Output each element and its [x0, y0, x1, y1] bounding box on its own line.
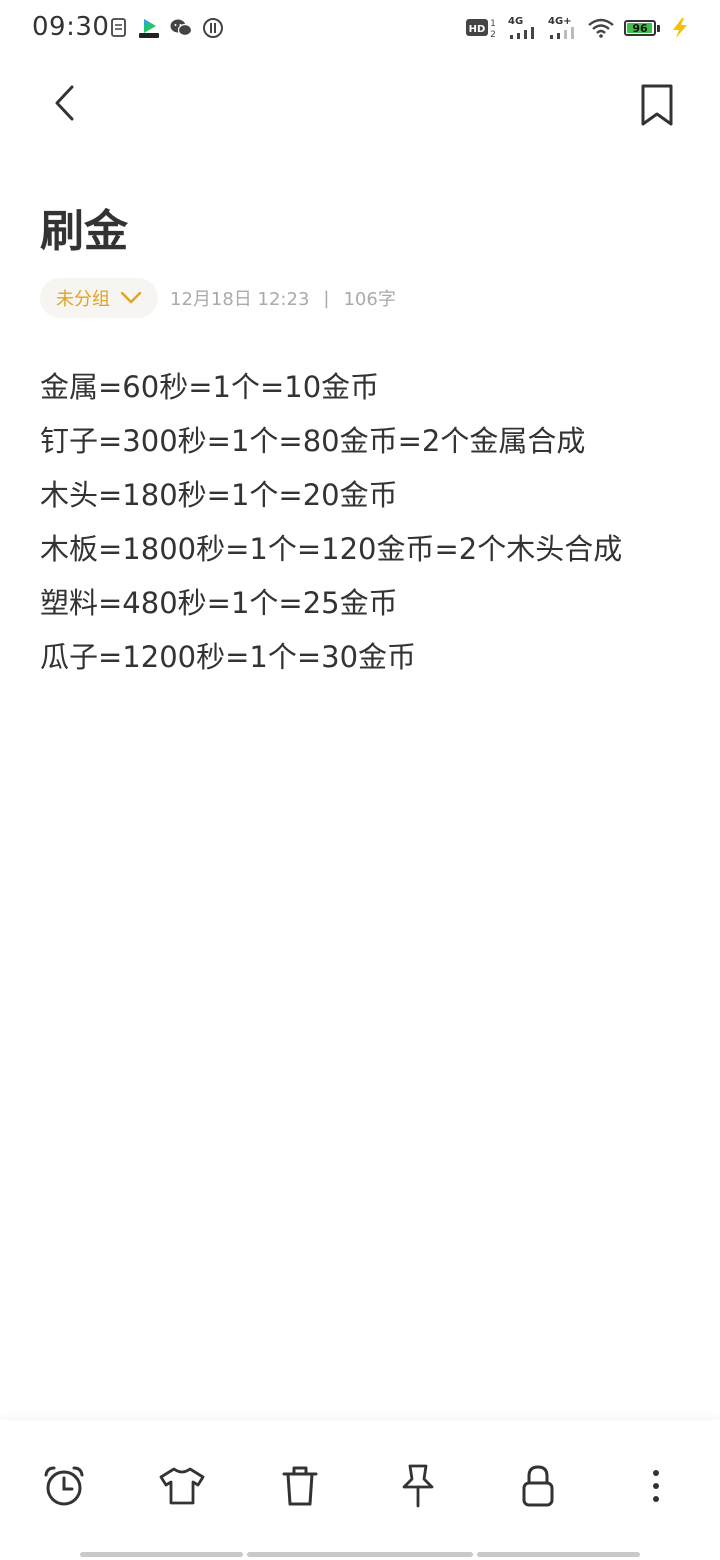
svg-text:HD: HD [469, 24, 486, 35]
svg-text:1: 1 [490, 19, 496, 29]
battery-icon: 96 [624, 20, 660, 36]
video-app-icon [138, 17, 160, 39]
note-title[interactable]: 刷金 [40, 200, 128, 264]
lock-button[interactable] [508, 1456, 568, 1516]
note-line: 塑料=480秒=1个=25金币 [40, 586, 398, 620]
meta-separator: | [323, 287, 330, 309]
gesture-bar-right [477, 1552, 640, 1557]
note-body[interactable]: 金属=60秒=1个=10金币 钉子=300秒=1个=80金币=2个金属合成 木头… [40, 360, 690, 684]
delete-button[interactable] [270, 1456, 330, 1516]
network-type-1: 4G [508, 16, 524, 27]
reminder-button[interactable] [34, 1456, 94, 1516]
alarm-clock-icon [44, 1466, 84, 1506]
wifi-icon [588, 18, 614, 38]
charging-icon [670, 17, 690, 39]
tshirt-icon [159, 1467, 205, 1505]
battery-body: 96 [624, 20, 656, 36]
group-label: 未分组 [56, 289, 110, 310]
more-button[interactable] [626, 1456, 686, 1516]
trash-icon [282, 1466, 318, 1506]
back-button[interactable] [40, 78, 90, 128]
note-screen: 09:30 HD 1 2 4G 4G+ 96 刷金 未分组 12月18日 12:… [0, 0, 720, 1560]
chevron-left-icon [55, 85, 74, 121]
status-time: 09:30 [32, 12, 110, 42]
gesture-bar-center[interactable] [247, 1552, 473, 1557]
pin-button[interactable] [388, 1456, 448, 1516]
pin-icon [402, 1464, 434, 1508]
chevron-down-icon [120, 291, 142, 304]
note-line: 木头=180秒=1个=20金币 [40, 478, 398, 512]
group-selector[interactable]: 未分组 [40, 278, 158, 318]
bookmark-icon [641, 84, 673, 126]
signal-4g-plus-icon: 4G+ [548, 17, 578, 39]
usb-debug-icon [202, 17, 224, 39]
wechat-icon [170, 18, 192, 38]
note-line: 钉子=300秒=1个=80金币=2个金属合成 [40, 424, 586, 458]
bottom-toolbar [0, 1420, 720, 1540]
gesture-bar-left [80, 1552, 243, 1557]
bookmark-button[interactable] [632, 80, 682, 130]
battery-level: 96 [632, 21, 648, 35]
status-bar: 09:30 HD 1 2 4G 4G+ 96 [0, 0, 720, 56]
note-line: 金属=60秒=1个=10金币 [40, 370, 380, 404]
hd-voice-icon: HD 1 2 [466, 17, 498, 39]
word-count: 106字 [343, 289, 396, 310]
lock-icon [522, 1465, 554, 1507]
status-left-icons [110, 16, 224, 40]
note-date: 12月18日 12:23 [170, 289, 310, 310]
svg-text:2: 2 [490, 30, 496, 39]
note-line: 瓜子=1200秒=1个=30金币 [40, 640, 417, 674]
network-type-2: 4G+ [548, 16, 572, 27]
note-line: 木板=1800秒=1个=120金币=2个木头合成 [40, 532, 623, 566]
note-meta-row: 未分组 12月18日 12:23 | 106字 [40, 278, 396, 318]
battery-cap [657, 24, 660, 32]
document-icon [110, 18, 128, 38]
skin-button[interactable] [152, 1456, 212, 1516]
signal-4g-icon: 4G [508, 17, 538, 39]
more-vertical-icon [653, 1470, 659, 1502]
status-right-icons: HD 1 2 4G 4G+ 96 [466, 14, 690, 42]
